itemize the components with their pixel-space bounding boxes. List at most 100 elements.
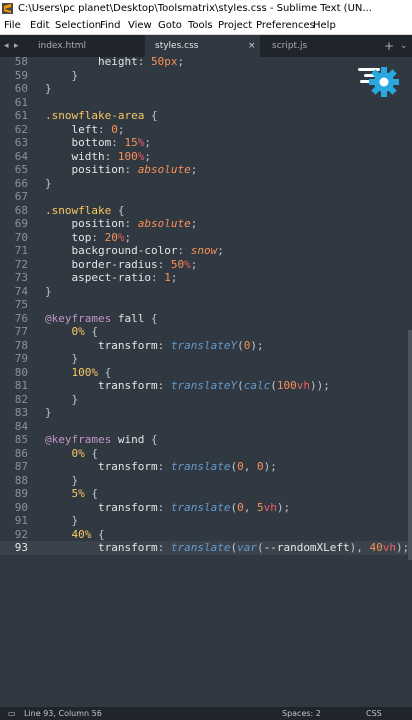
add-tab-icon[interactable]: +: [384, 35, 394, 57]
code-line[interactable]: 79 }: [0, 352, 412, 366]
code-line[interactable]: 91 }: [0, 514, 412, 528]
menu-goto[interactable]: Goto: [158, 17, 182, 34]
code-token: top: [45, 230, 92, 244]
code-token: {: [144, 433, 158, 446]
code-text: position: absolute;: [45, 217, 197, 231]
code-token: vh: [263, 500, 277, 514]
menu-find[interactable]: Find: [100, 17, 121, 34]
tab-overflow-icon[interactable]: ⌄: [400, 35, 408, 57]
code-line[interactable]: 69 position: absolute;: [0, 217, 412, 231]
code-line[interactable]: 89 5% {: [0, 487, 412, 501]
code-token: (: [237, 379, 244, 392]
code-token: ;: [217, 244, 224, 257]
code-token: {: [84, 487, 98, 500]
code-line[interactable]: 67: [0, 190, 412, 204]
code-line[interactable]: 83}: [0, 406, 412, 420]
tab-script-js[interactable]: script.js: [262, 35, 377, 57]
code-text: }: [45, 69, 78, 83]
code-token: .snowflake-area: [45, 109, 145, 122]
tab-scroll-right-icon[interactable]: ▸: [14, 35, 19, 57]
code-line[interactable]: 78 transform: translateY(0);: [0, 339, 412, 353]
code-token: :: [137, 57, 151, 68]
code-line[interactable]: 59 }: [0, 69, 412, 83]
menu-file[interactable]: File: [4, 17, 21, 34]
menu-help[interactable]: Help: [313, 17, 336, 34]
code-token: transform: [45, 541, 158, 554]
code-token: {: [144, 109, 158, 122]
code-line[interactable]: 68 .snowflake {: [0, 204, 412, 218]
code-line[interactable]: 62 left: 0;: [0, 123, 412, 137]
code-token: (: [237, 338, 244, 352]
code-line[interactable]: 92 40% {: [0, 528, 412, 542]
code-line[interactable]: 80 100% {: [0, 366, 412, 380]
code-line[interactable]: 58 height: 50px;: [0, 57, 412, 69]
tab-close-icon[interactable]: ×: [248, 35, 256, 57]
code-token: translateY: [170, 338, 238, 352]
tab-scroll-left-icon[interactable]: ◂: [4, 35, 9, 57]
code-line[interactable]: 90 transform: translate(0, 5vh);: [0, 501, 412, 515]
code-line[interactable]: 82 }: [0, 393, 412, 407]
code-line[interactable]: 73 aspect-ratio: 1;: [0, 271, 412, 285]
menu-view[interactable]: View: [128, 17, 152, 34]
code-token: ;: [190, 217, 198, 230]
code-token: --randomXLeft: [263, 541, 350, 554]
code-line[interactable]: 61: [0, 96, 412, 110]
code-line[interactable]: 70 top: 20%;: [0, 231, 412, 245]
tab-label: script.js: [272, 41, 308, 51]
code-line[interactable]: 66}: [0, 177, 412, 191]
code-line[interactable]: 65 position: absolute;: [0, 163, 412, 177]
code-line[interactable]: 77 0% {: [0, 325, 412, 339]
line-number: 85: [14, 433, 28, 446]
tab-styles-css[interactable]: styles.css ×: [145, 35, 260, 57]
code-token: vh: [382, 541, 397, 554]
tab-index-html[interactable]: index.html: [28, 35, 143, 57]
menu-tools[interactable]: Tools: [188, 17, 213, 34]
code-line[interactable]: 86 0% {: [0, 447, 412, 461]
code-editor[interactable]: 58 height: 50px; 59 } 60} 61 61 .snowflake-ar…: [0, 57, 412, 707]
code-line[interactable]: 75: [0, 298, 412, 312]
code-line[interactable]: 71 background-color: snow;: [0, 244, 412, 258]
code-line[interactable]: 87 transform: translate(0, 0);: [0, 460, 412, 474]
code-line[interactable]: 63 bottom: 15%;: [0, 136, 412, 150]
status-bar: ▭ Line 93, Column 56 Spaces: 2 CSS: [0, 707, 412, 720]
code-token: }: [45, 82, 52, 95]
menu-selection[interactable]: Selection: [55, 17, 101, 34]
menu-project[interactable]: Project: [218, 17, 252, 34]
code-line[interactable]: 74}: [0, 285, 412, 299]
code-text: }: [45, 285, 52, 299]
cursor-position[interactable]: Line 93, Column 56: [24, 707, 102, 720]
code-line[interactable]: 61 .snowflake-area {: [0, 109, 412, 123]
menu-preferences[interactable]: Preferences: [256, 17, 315, 34]
code-token: ,: [243, 460, 257, 473]
code-token: 0: [237, 500, 244, 514]
code-line[interactable]: 88 }: [0, 474, 412, 488]
code-text: transform: translate(0, 5vh);: [45, 501, 290, 515]
code-text: .snowflake {: [45, 204, 124, 218]
code-line[interactable]: 81 transform: translateY(calc(100vh));: [0, 379, 412, 393]
code-text: }: [45, 474, 78, 488]
code-token: 15: [124, 136, 138, 149]
code-token: wind: [111, 433, 145, 446]
code-token: @keyframes: [45, 311, 112, 325]
code-line[interactable]: 72 border-radius: 50%;: [0, 258, 412, 272]
code-line[interactable]: 84: [0, 420, 412, 434]
code-token: }: [45, 284, 52, 298]
line-number: 88: [14, 473, 28, 487]
code-text: .snowflake-area {: [45, 109, 158, 123]
code-token: 0: [111, 122, 118, 136]
code-token: }: [45, 176, 52, 190]
tab-label: styles.css: [155, 41, 199, 51]
syntax-mode[interactable]: CSS: [366, 707, 382, 720]
code-line[interactable]: 60}: [0, 82, 412, 96]
code-line[interactable]: 64 width: 100%;: [0, 150, 412, 164]
code-line[interactable]: 93 transform: translate(var(--randomXLef…: [0, 541, 412, 555]
line-number: 79: [14, 352, 28, 365]
code-line[interactable]: 76 @keyframes fall {: [0, 312, 412, 326]
menu-edit[interactable]: Edit: [30, 17, 49, 34]
code-line[interactable]: 85 @keyframes wind {: [0, 433, 412, 447]
indentation-setting[interactable]: Spaces: 2: [282, 707, 321, 720]
code-token: }: [45, 406, 52, 419]
line-number: 89: [14, 487, 28, 500]
code-token: position: [45, 217, 125, 230]
scrollbar-thumb[interactable]: [408, 330, 412, 560]
